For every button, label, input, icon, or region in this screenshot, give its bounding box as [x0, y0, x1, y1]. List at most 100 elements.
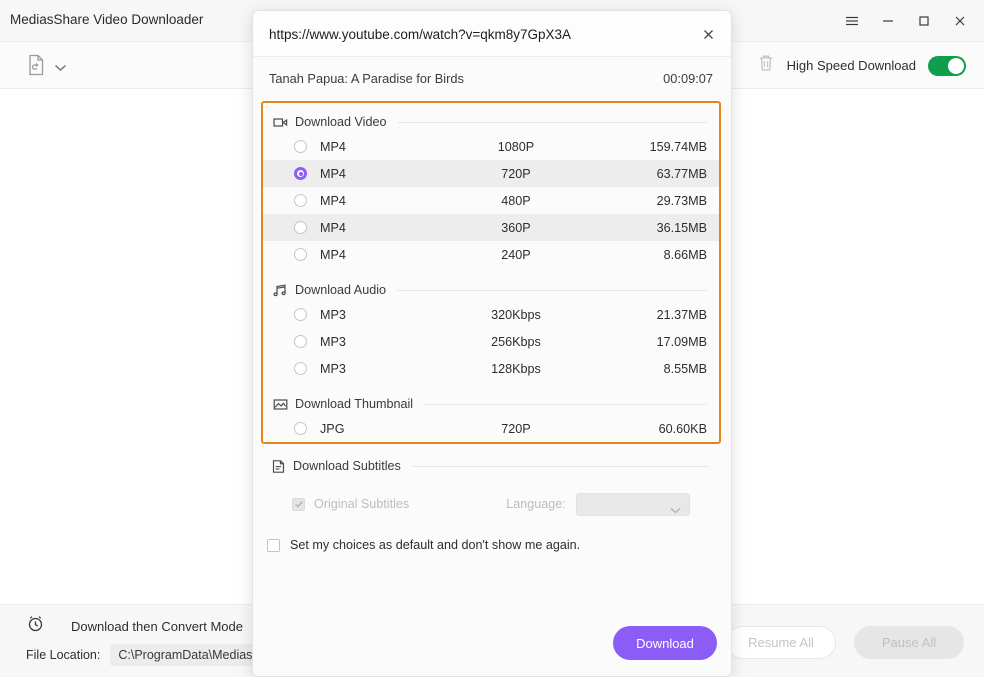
audio-option-list: MP3 320Kbps 21.37MB MP3 256Kbps 17.09MB … — [263, 301, 719, 382]
option-format: MP3 — [320, 307, 346, 322]
section-title: Download Thumbnail — [295, 397, 414, 411]
section-header-download-audio: Download Audio — [263, 279, 719, 301]
option-format: JPG — [320, 421, 345, 436]
close-icon[interactable] — [942, 6, 978, 36]
option-quality: 1080P — [497, 139, 535, 154]
maximize-icon[interactable] — [906, 6, 942, 36]
option-size: 63.77MB — [656, 166, 707, 181]
option-format: MP4 — [320, 220, 346, 235]
language-label: Language: — [506, 497, 566, 511]
chevron-down-icon[interactable] — [54, 59, 67, 77]
radio-button[interactable] — [294, 140, 307, 153]
option-quality: 256Kbps — [491, 334, 541, 349]
option-format: MP4 — [320, 139, 346, 154]
resume-all-button[interactable]: Resume All — [726, 626, 836, 659]
option-format: MP3 — [320, 361, 346, 376]
convert-mode-row: Download then Convert Mode — [26, 614, 288, 638]
video-title: Tanah Papua: A Paradise for Birds — [269, 71, 464, 86]
option-size: 8.66MB — [663, 247, 707, 262]
option-quality: 360P — [501, 220, 531, 235]
table-row[interactable]: MP4 240P 8.66MB — [263, 241, 719, 268]
divider — [397, 289, 707, 291]
option-format: MP4 — [320, 166, 346, 181]
option-quality: 320Kbps — [491, 307, 541, 322]
original-subtitles-row: Original Subtitles Language: — [261, 489, 721, 519]
music-note-icon — [273, 283, 288, 298]
option-format: MP4 — [320, 193, 346, 208]
window-controls — [834, 0, 978, 42]
pause-all-button[interactable]: Pause All — [854, 626, 964, 659]
table-row[interactable]: MP4 480P 29.73MB — [263, 187, 719, 214]
language-select — [575, 492, 690, 519]
set-default-checkbox[interactable] — [267, 538, 280, 552]
section-header-download-subtitles: Download Subtitles — [261, 455, 721, 477]
toolbar-right-group: High Speed Download — [757, 53, 966, 78]
radio-button[interactable] — [294, 221, 307, 234]
option-quality: 720P — [501, 166, 531, 181]
chevron-down-icon — [670, 501, 681, 519]
option-size: 21.37MB — [656, 307, 707, 322]
high-speed-download-toggle[interactable] — [928, 55, 966, 76]
toolbar-left-group — [26, 54, 67, 81]
table-row[interactable]: MP3 128Kbps 8.55MB — [263, 355, 719, 382]
option-quality: 128Kbps — [491, 361, 541, 376]
media-options-highlight: Download Video MP4 1080P 159.74MB MP4 72… — [261, 101, 721, 444]
alarm-clock-icon — [26, 614, 45, 638]
original-subtitles-label: Original Subtitles — [314, 497, 410, 511]
table-row[interactable]: JPG 720P 60.60KB — [263, 415, 719, 442]
table-row[interactable]: MP4 360P 36.15MB — [263, 214, 719, 241]
radio-button[interactable] — [294, 248, 307, 261]
radio-button[interactable] — [294, 422, 307, 435]
image-icon — [273, 397, 288, 412]
option-size: 29.73MB — [656, 193, 707, 208]
table-row[interactable]: MP4 1080P 159.74MB — [263, 133, 719, 160]
section-title: Download Audio — [295, 283, 387, 297]
thumbnail-option-list: JPG 720P 60.60KB — [263, 415, 719, 442]
table-row[interactable]: MP3 256Kbps 17.09MB — [263, 328, 719, 355]
option-quality: 480P — [501, 193, 531, 208]
radio-button[interactable] — [294, 362, 307, 375]
close-icon[interactable] — [693, 20, 723, 48]
divider — [424, 403, 707, 405]
option-size: 159.74MB — [649, 139, 707, 154]
option-quality: 240P — [501, 247, 531, 262]
radio-button[interactable] — [294, 335, 307, 348]
download-button[interactable]: Download — [613, 626, 717, 660]
minimize-icon[interactable] — [870, 6, 906, 36]
section-header-download-video: Download Video — [263, 111, 719, 133]
video-duration: 00:09:07 — [663, 71, 713, 86]
high-speed-download-label: High Speed Download — [786, 58, 916, 73]
option-size: 17.09MB — [656, 334, 707, 349]
video-url-text: https://www.youtube.com/watch?v=qkm8y7Gp… — [269, 27, 572, 42]
option-size: 36.15MB — [656, 220, 707, 235]
table-row[interactable]: MP3 320Kbps 21.37MB — [263, 301, 719, 328]
option-format: MP4 — [320, 247, 346, 262]
set-default-label: Set my choices as default and don't show… — [290, 538, 581, 552]
download-options-dialog: https://www.youtube.com/watch?v=qkm8y7Gp… — [252, 10, 732, 677]
section-title: Download Video — [295, 115, 387, 129]
convert-mode-label: Download then Convert Mode — [71, 618, 243, 634]
divider — [411, 465, 709, 467]
trash-icon[interactable] — [757, 53, 775, 78]
app-window: MediasShare Video Downloader High Speed … — [0, 0, 984, 677]
window-title: MediasShare Video Downloader — [10, 12, 204, 27]
option-size: 8.55MB — [663, 361, 707, 376]
radio-button[interactable] — [294, 194, 307, 207]
dialog-header: https://www.youtube.com/watch?v=qkm8y7Gp… — [253, 11, 731, 57]
divider — [397, 121, 707, 123]
file-location-label: File Location: — [26, 648, 101, 662]
table-row[interactable]: MP4 720P 63.77MB — [263, 160, 719, 187]
original-subtitles-checkbox — [292, 497, 305, 511]
document-icon — [271, 459, 286, 474]
file-add-icon[interactable] — [26, 54, 46, 81]
menu-icon[interactable] — [834, 6, 870, 36]
set-default-row[interactable]: Set my choices as default and don't show… — [261, 538, 580, 552]
subtitles-section: Download Subtitles Original Subtitles La… — [261, 455, 721, 519]
video-option-list: MP4 1080P 159.74MB MP4 720P 63.77MB MP4 … — [263, 133, 719, 268]
video-camera-icon — [273, 115, 288, 130]
footer-buttons: Resume All Pause All — [726, 626, 964, 659]
radio-button[interactable] — [294, 167, 307, 180]
radio-button[interactable] — [294, 308, 307, 321]
dialog-video-meta: Tanah Papua: A Paradise for Birds 00:09:… — [253, 57, 731, 101]
section-header-download-thumbnail: Download Thumbnail — [263, 393, 719, 415]
